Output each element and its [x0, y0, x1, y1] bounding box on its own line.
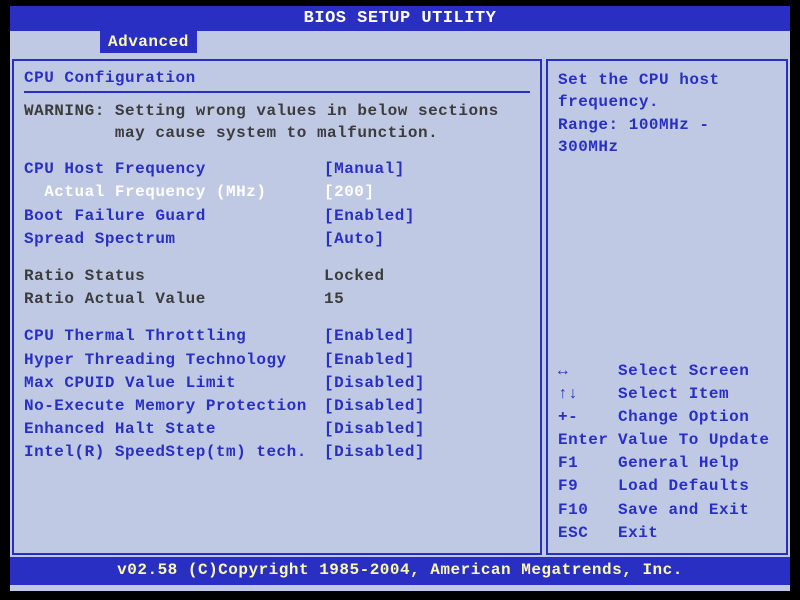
- setting-value: [Disabled]: [324, 395, 530, 418]
- key-desc: Save and Exit: [618, 499, 749, 522]
- warning-text: WARNING: Setting wrong values in below s…: [24, 101, 530, 144]
- info-label: Ratio Actual Value: [24, 288, 324, 311]
- key-desc: Load Defaults: [618, 475, 749, 498]
- info-label: Ratio Status: [24, 265, 324, 288]
- help-line: frequency.: [558, 91, 776, 113]
- setting-cpu-thermal-throttling[interactable]: CPU Thermal Throttling [Enabled]: [24, 325, 530, 348]
- setting-value: [Disabled]: [324, 418, 530, 441]
- key-desc: Change Option: [618, 406, 749, 429]
- setting-intel-speedstep[interactable]: Intel(R) SpeedStep(tm) tech. [Disabled]: [24, 441, 530, 464]
- info-ratio-status: Ratio Status Locked: [24, 265, 530, 288]
- key-glyph: ↔: [558, 360, 618, 383]
- key-desc: Select Screen: [618, 360, 749, 383]
- warning-label: WARNING:: [24, 102, 105, 120]
- help-line: Set the CPU host: [558, 69, 776, 91]
- setting-label: Intel(R) SpeedStep(tm) tech.: [24, 441, 324, 464]
- key-load-defaults: F9Load Defaults: [558, 475, 776, 498]
- key-glyph: F1: [558, 452, 618, 475]
- setting-spread-spectrum[interactable]: Spread Spectrum [Auto]: [24, 228, 530, 251]
- setting-value: [200]: [324, 181, 530, 204]
- key-value-to-update: EnterValue To Update: [558, 429, 776, 452]
- setting-cpu-host-frequency[interactable]: CPU Host Frequency [Manual]: [24, 158, 530, 181]
- help-line: Range: 100MHz - 300MHz: [558, 114, 776, 159]
- setting-max-cpuid-limit[interactable]: Max CPUID Value Limit [Disabled]: [24, 372, 530, 395]
- warning-line-2: may cause system to malfunction.: [115, 124, 438, 142]
- setting-value: [Enabled]: [324, 205, 530, 228]
- key-glyph: Enter: [558, 429, 618, 452]
- key-select-screen: ↔Select Screen: [558, 360, 776, 383]
- settings-panel: CPU Configuration WARNING: Setting wrong…: [12, 59, 542, 555]
- footer-copyright: v02.58 (C)Copyright 1985-2004, American …: [10, 557, 790, 585]
- setting-value: [Auto]: [324, 228, 530, 251]
- key-select-item: ↑↓Select Item: [558, 383, 776, 406]
- setting-label: Max CPUID Value Limit: [24, 372, 324, 395]
- key-desc: Value To Update: [618, 429, 770, 452]
- setting-label: Spread Spectrum: [24, 228, 324, 251]
- info-value: 15: [324, 288, 530, 311]
- setting-no-execute-memory-protection[interactable]: No-Execute Memory Protection [Disabled]: [24, 395, 530, 418]
- setting-label: Hyper Threading Technology: [24, 349, 324, 372]
- key-glyph: +-: [558, 406, 618, 429]
- key-exit: ESCExit: [558, 522, 776, 545]
- key-legend: ↔Select Screen ↑↓Select Item +-Change Op…: [558, 360, 776, 546]
- setting-label: CPU Thermal Throttling: [24, 325, 324, 348]
- section-heading: CPU Configuration: [24, 69, 530, 87]
- info-ratio-actual-value: Ratio Actual Value 15: [24, 288, 530, 311]
- info-value: Locked: [324, 265, 530, 288]
- setting-label: Boot Failure Guard: [24, 205, 324, 228]
- key-save-and-exit: F10Save and Exit: [558, 499, 776, 522]
- setting-label: Enhanced Halt State: [24, 418, 324, 441]
- setting-label: CPU Host Frequency: [24, 158, 324, 181]
- setting-actual-frequency[interactable]: Actual Frequency (MHz) [200]: [24, 181, 530, 204]
- setting-label: Actual Frequency (MHz): [24, 181, 324, 204]
- key-desc: General Help: [618, 452, 739, 475]
- key-desc: Select Item: [618, 383, 729, 406]
- key-desc: Exit: [618, 522, 658, 545]
- key-glyph: F10: [558, 499, 618, 522]
- setting-enhanced-halt-state[interactable]: Enhanced Halt State [Disabled]: [24, 418, 530, 441]
- setting-value: [Disabled]: [324, 372, 530, 395]
- setting-value: [Enabled]: [324, 349, 530, 372]
- key-glyph: ESC: [558, 522, 618, 545]
- key-glyph: F9: [558, 475, 618, 498]
- setting-hyper-threading[interactable]: Hyper Threading Technology [Enabled]: [24, 349, 530, 372]
- setting-boot-failure-guard[interactable]: Boot Failure Guard [Enabled]: [24, 205, 530, 228]
- setting-value: [Enabled]: [324, 325, 530, 348]
- divider: [24, 91, 530, 93]
- title-bar: BIOS SETUP UTILITY: [10, 6, 790, 31]
- key-general-help: F1General Help: [558, 452, 776, 475]
- setting-label: No-Execute Memory Protection: [24, 395, 324, 418]
- key-glyph: ↑↓: [558, 383, 618, 406]
- key-change-option: +-Change Option: [558, 406, 776, 429]
- help-panel: Set the CPU host frequency. Range: 100MH…: [546, 59, 788, 555]
- tab-strip: Advanced: [10, 31, 790, 57]
- setting-value: [Disabled]: [324, 441, 530, 464]
- setting-value: [Manual]: [324, 158, 530, 181]
- tab-advanced[interactable]: Advanced: [98, 31, 199, 55]
- warning-line-1: Setting wrong values in below sections: [115, 102, 499, 120]
